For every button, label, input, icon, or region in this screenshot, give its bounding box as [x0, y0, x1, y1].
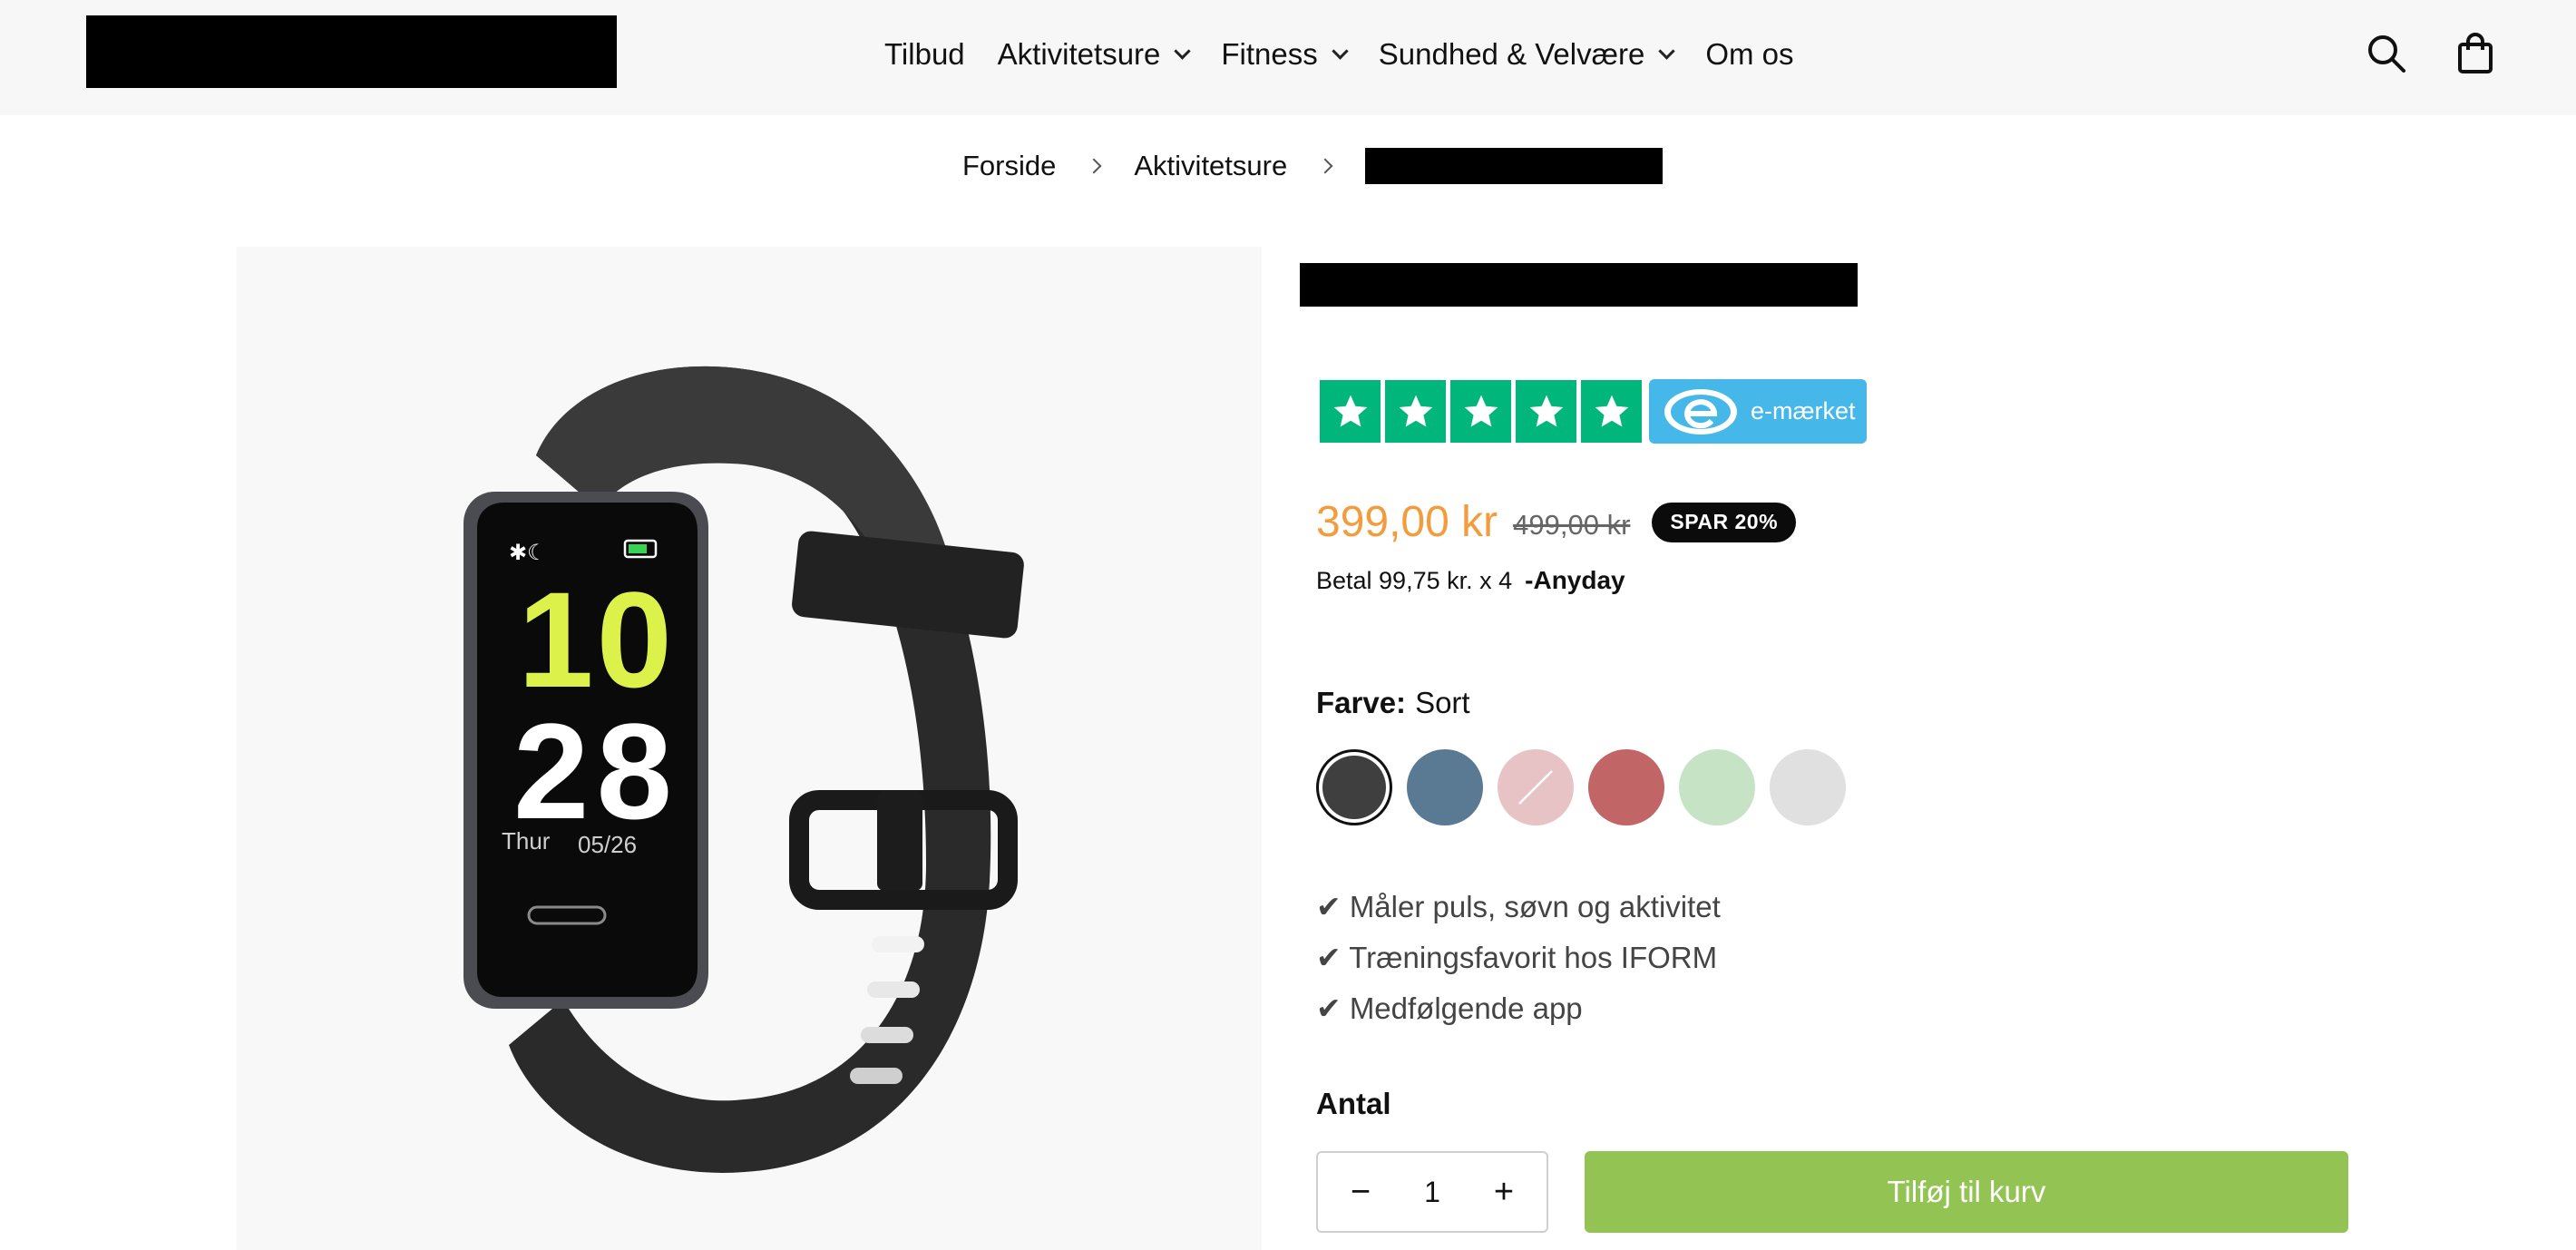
sale-price: 399,00 kr: [1316, 498, 1498, 546]
swatch-pink[interactable]: [1498, 749, 1574, 825]
add-to-cart-button[interactable]: Tilføj til kurv: [1585, 1151, 2348, 1233]
store-logo[interactable]: [86, 15, 617, 88]
price-row: 399,00 kr 499,00 kr SPAR 20%: [1316, 497, 1797, 547]
emaerket-label: e-mærket: [1751, 397, 1856, 425]
installment-text: Betal 99,75 kr. x 4: [1316, 566, 1513, 594]
svg-text:05/26: 05/26: [578, 831, 637, 858]
nav-item-label: Om os: [1705, 37, 1794, 71]
color-label: Farve: Sort: [1316, 686, 1470, 720]
bluetooth-icon: ✱: [509, 540, 527, 565]
color-key: Farve:: [1316, 686, 1407, 719]
emaerket-logo-icon: [1664, 388, 1737, 435]
compare-price: 499,00 kr: [1513, 508, 1631, 541]
nav-item-label: Tilbud: [884, 37, 965, 71]
nav-item-label: Aktivitetsure: [997, 37, 1161, 71]
chevron-down-icon: [1658, 42, 1676, 60]
anyday-logo: -Anyday: [1525, 566, 1625, 594]
product-title-redacted: [1300, 263, 1858, 307]
site-header: Tilbud Aktivitetsure Fitness Sundhed & V…: [0, 0, 2576, 115]
feature-item: ✔ Måler puls, søvn og aktivitet: [1316, 890, 1721, 923]
cart-icon[interactable]: [2454, 33, 2496, 74]
star-icon: [1385, 380, 1446, 443]
swatch-blaa[interactable]: [1407, 749, 1483, 825]
chevron-down-icon: [1174, 42, 1192, 60]
nav-item-label: Fitness: [1221, 37, 1318, 71]
swatch-sort[interactable]: [1322, 756, 1386, 819]
feature-item: ✔ Medfølgende app: [1316, 991, 1583, 1025]
star-icon: [1320, 380, 1381, 443]
sold-out-slash-icon: [1518, 770, 1553, 805]
chevron-down-icon: [1332, 42, 1349, 60]
installment-info: Betal 99,75 kr. x 4 -Anyday: [1316, 566, 1625, 595]
feature-item: ✔ Træningsfavorit hos IFORM: [1316, 941, 1718, 974]
quantity-increase-button[interactable]: +: [1488, 1173, 1519, 1212]
save-badge: SPAR 20%: [1652, 502, 1797, 542]
nav-item-aktivitetsure[interactable]: Aktivitetsure: [997, 37, 1192, 72]
breadcrumb-category[interactable]: Aktivitetsure: [1134, 150, 1287, 182]
main-nav: Tilbud Aktivitetsure Fitness Sundhed & V…: [884, 0, 1827, 109]
nav-item-tilbud[interactable]: Tilbud: [884, 37, 965, 72]
chevron-right-icon: [1317, 158, 1333, 174]
star-icon: [1450, 380, 1511, 443]
feature-list: ✔ Måler puls, søvn og aktivitet ✔ Trænin…: [1316, 882, 1721, 1034]
quantity-label: Antal: [1316, 1087, 1391, 1120]
color-value: Sort: [1415, 686, 1470, 719]
product-image[interactable]: ✱ ☾ 10 28 Thur 05/26: [237, 247, 1262, 1250]
color-swatches: [1316, 749, 1860, 825]
swatch-hvid[interactable]: [1770, 749, 1846, 825]
quantity-input[interactable]: 1: [1424, 1176, 1440, 1209]
nav-item-sundhed-velvaere[interactable]: Sundhed & Velvære: [1378, 37, 1676, 72]
star-icon: [1581, 380, 1642, 443]
search-icon[interactable]: [2366, 33, 2407, 74]
nav-item-label: Sundhed & Velvære: [1378, 37, 1645, 71]
swatch-roed[interactable]: [1588, 749, 1664, 825]
moon-icon: ☾: [527, 540, 547, 565]
svg-text:Thur: Thur: [502, 827, 551, 854]
emaerket-badge[interactable]: e-mærket: [1649, 379, 1867, 444]
swatch-groen[interactable]: [1679, 749, 1755, 825]
breadcrumb-current-redacted: [1365, 148, 1664, 184]
chevron-right-icon: [1086, 158, 1102, 174]
trust-badges: e-mærket: [1320, 379, 1867, 444]
quantity-stepper: − 1 +: [1316, 1151, 1548, 1233]
nav-item-fitness[interactable]: Fitness: [1221, 37, 1349, 72]
star-icon: [1516, 380, 1576, 443]
quantity-decrease-button[interactable]: −: [1345, 1173, 1376, 1212]
breadcrumb: Forside Aktivitetsure: [962, 145, 1664, 187]
breadcrumb-home[interactable]: Forside: [962, 150, 1056, 182]
nav-item-om-os[interactable]: Om os: [1705, 37, 1793, 72]
